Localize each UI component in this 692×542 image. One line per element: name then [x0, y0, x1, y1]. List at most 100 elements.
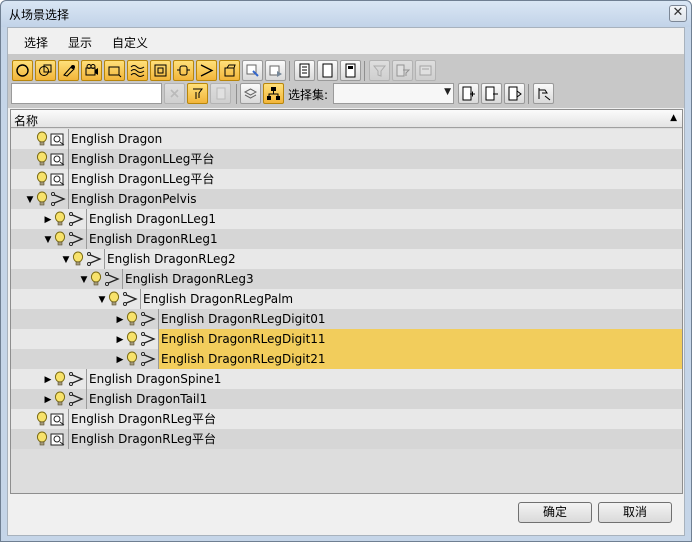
visibility-bulb-icon[interactable] — [108, 291, 120, 307]
filter-list-icon — [395, 63, 410, 78]
mesh-icon — [50, 411, 66, 427]
menu-display[interactable]: 显示 — [68, 34, 92, 51]
tree-rows: English Dragon English DragonLLeg平台 Englis… — [11, 129, 682, 469]
tree-row[interactable]: ▼ English DragonPelvis — [11, 189, 682, 209]
tree-row[interactable]: ▶ English DragonRLegDigit21 — [11, 349, 682, 369]
cancel-button[interactable]: 取消 — [598, 502, 672, 523]
toolbar-separator — [364, 61, 365, 81]
tree-row[interactable]: ▼ English DragonRLegPalm — [11, 289, 682, 309]
frozen-button[interactable] — [242, 60, 263, 81]
visibility-bulb-icon[interactable] — [36, 431, 48, 447]
visibility-bulb-icon[interactable] — [54, 231, 66, 247]
visibility-bulb-icon[interactable] — [54, 391, 66, 407]
find-case-button[interactable] — [210, 83, 231, 104]
camera-button[interactable] — [81, 60, 102, 81]
clear-search-button[interactable] — [164, 83, 185, 104]
sel-set-edit-button[interactable] — [504, 83, 525, 104]
shape-button[interactable] — [35, 60, 56, 81]
tree-row[interactable]: English Dragon — [11, 129, 682, 149]
ok-button[interactable]: 确定 — [518, 502, 592, 523]
visibility-bulb-icon[interactable] — [54, 211, 66, 227]
object-name: English Dragon — [68, 129, 682, 149]
tree-row[interactable]: English DragonRLeg平台 — [11, 409, 682, 429]
visibility-bulb-icon[interactable] — [126, 351, 138, 367]
visibility-bulb-icon[interactable] — [90, 271, 102, 287]
chevron-down-icon: ▼ — [444, 87, 451, 97]
tree-row[interactable]: ▼ English DragonRLeg2 — [11, 249, 682, 269]
expand-arrow-icon[interactable]: ▶ — [43, 392, 53, 408]
tree-row[interactable]: ▼ English DragonRLeg3 — [11, 269, 682, 289]
object-name: English DragonRLeg平台 — [68, 409, 682, 429]
tree-row[interactable]: English DragonLLeg平台 — [11, 149, 682, 169]
expand-arrow-icon[interactable]: ▶ — [43, 372, 53, 388]
select-invert-button[interactable] — [340, 60, 361, 81]
tree-row[interactable]: ▶ English DragonTail1 — [11, 389, 682, 409]
collapse-arrow-icon[interactable]: ▼ — [97, 292, 107, 308]
mesh-icon — [50, 431, 66, 447]
highlight-button[interactable] — [533, 83, 554, 104]
object-name: English DragonLLeg平台 — [68, 149, 682, 169]
clear-search-icon — [167, 86, 182, 101]
visibility-bulb-icon[interactable] — [72, 251, 84, 267]
hidden-button[interactable] — [265, 60, 286, 81]
visibility-bulb-icon[interactable] — [54, 371, 66, 387]
spacewarp-button[interactable] — [127, 60, 148, 81]
visibility-bulb-icon[interactable] — [36, 171, 48, 187]
tree-row[interactable]: ▼ English DragonRLeg1 — [11, 229, 682, 249]
sel-set-edit-icon — [507, 86, 522, 101]
collapse-arrow-icon[interactable]: ▼ — [79, 272, 89, 288]
collapse-arrow-icon[interactable]: ▼ — [43, 232, 53, 248]
sel-set-add-button[interactable] — [458, 83, 479, 104]
select-all-button[interactable] — [294, 60, 315, 81]
frozen-icon — [245, 63, 260, 78]
tree-row[interactable]: ▶ English DragonLLeg1 — [11, 209, 682, 229]
toolbar-separator — [236, 84, 237, 104]
tree-row[interactable]: English DragonLLeg平台 — [11, 169, 682, 189]
group-icon — [153, 63, 168, 78]
close-button[interactable]: ✕ — [669, 5, 687, 22]
expand-arrow-icon[interactable]: ▶ — [115, 312, 125, 328]
visibility-bulb-icon[interactable] — [36, 151, 48, 167]
visibility-bulb-icon[interactable] — [36, 131, 48, 147]
collapse-arrow-icon[interactable]: ▼ — [25, 192, 35, 208]
search-input[interactable] — [11, 83, 162, 104]
visibility-bulb-icon[interactable] — [36, 411, 48, 427]
tree-row[interactable]: ▶ English DragonRLegDigit01 — [11, 309, 682, 329]
expand-arrow-icon[interactable]: ▶ — [115, 352, 125, 368]
container-button[interactable] — [219, 60, 240, 81]
tree-row[interactable]: English DragonRLeg平台 — [11, 429, 682, 449]
visibility-bulb-icon[interactable] — [126, 331, 138, 347]
object-name: English DragonLLeg平台 — [68, 169, 682, 189]
bone-icon — [140, 331, 156, 347]
light-button[interactable] — [58, 60, 79, 81]
collapse-arrow-icon[interactable]: ▼ — [61, 252, 71, 268]
sort-ascending-icon: ▲ — [670, 113, 677, 123]
collapse-button[interactable] — [415, 60, 436, 81]
xref-button[interactable] — [173, 60, 194, 81]
expand-arrow-icon[interactable]: ▶ — [115, 332, 125, 348]
object-name: English DragonRLegDigit21 — [158, 349, 682, 369]
menu-select[interactable]: 选择 — [24, 34, 48, 51]
scene-tree: 名称 ▲ English Dragon English DragonLLeg平台 E… — [10, 109, 683, 494]
filter-funnel-button[interactable] — [369, 60, 390, 81]
selection-set-dropdown[interactable]: ▼ — [333, 83, 454, 104]
menu-customize[interactable]: 自定义 — [112, 34, 148, 51]
expand-arrow-icon[interactable]: ▶ — [43, 212, 53, 228]
hierarchy-button[interactable] — [263, 83, 284, 104]
tree-row[interactable]: ▶ English DragonRLegDigit11 — [11, 329, 682, 349]
visibility-bulb-icon[interactable] — [126, 311, 138, 327]
object-name: English DragonLLeg1 — [86, 209, 682, 229]
tree-row[interactable]: ▶ English DragonSpine1 — [11, 369, 682, 389]
visibility-bulb-icon[interactable] — [36, 191, 48, 207]
helper-button[interactable] — [104, 60, 125, 81]
name-column-header[interactable]: 名称 ▲ — [11, 110, 682, 128]
sel-set-remove-button[interactable] — [481, 83, 502, 104]
group-button[interactable] — [150, 60, 171, 81]
shape-icon — [38, 63, 53, 78]
geometry-button[interactable] — [12, 60, 33, 81]
bone-button[interactable] — [196, 60, 217, 81]
filter-list-button[interactable] — [392, 60, 413, 81]
layers-button[interactable] — [240, 83, 261, 104]
sync-selection-button[interactable] — [187, 83, 208, 104]
select-none-button[interactable] — [317, 60, 338, 81]
